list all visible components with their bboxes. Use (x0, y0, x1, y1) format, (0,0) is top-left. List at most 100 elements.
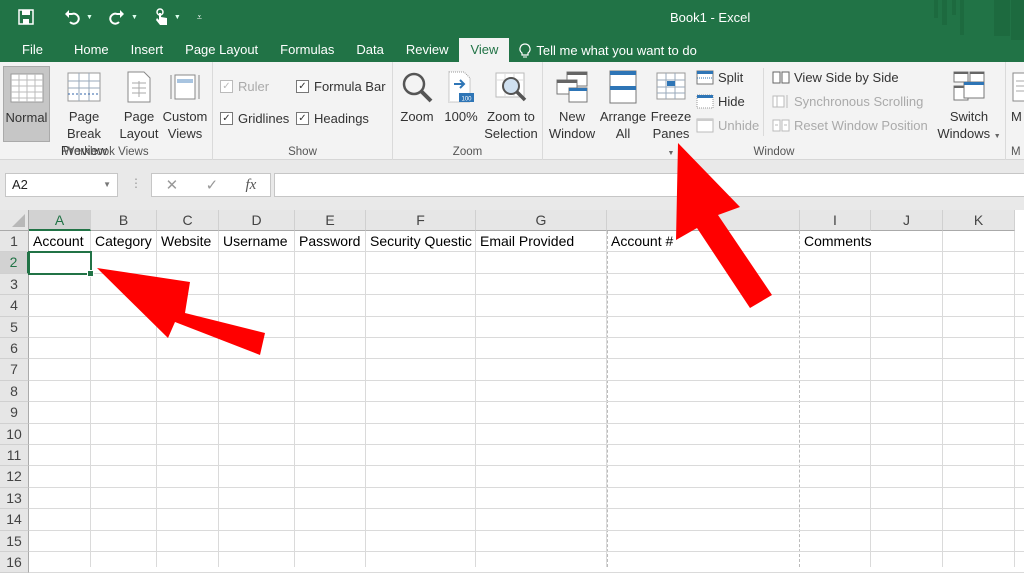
arrange-all-button[interactable]: Arrange All (599, 66, 647, 142)
row-gridline (29, 251, 1024, 253)
customize-qat-icon[interactable]: ⩡ (197, 6, 202, 28)
row-header-15[interactable]: 15 (0, 530, 29, 552)
name-box-dropdown-icon[interactable]: ▼ (103, 174, 111, 196)
zoom-to-selection-button[interactable]: Zoom to Selection (482, 66, 540, 142)
column-header-a[interactable]: A (29, 210, 91, 231)
group-show: ✓ Ruler ✓ Formula Bar ✓ Gridlines ✓ Headings… (213, 62, 393, 160)
view-side-by-side-button[interactable]: View Side by Side (772, 70, 899, 85)
cell-c1[interactable]: Website (158, 231, 218, 252)
cell-f1[interactable]: Security Questic (367, 231, 475, 252)
tab-review[interactable]: Review (395, 38, 460, 62)
row-header-7[interactable]: 7 (0, 359, 29, 381)
selected-cell-a2[interactable] (28, 251, 94, 278)
name-box[interactable]: A2 ▼ (5, 173, 118, 197)
formula-input[interactable] (274, 173, 1024, 197)
synchronous-scrolling-button[interactable]: Synchronous Scrolling (772, 94, 923, 109)
redo-icon[interactable] (109, 6, 125, 28)
new-window-button[interactable]: New Window (545, 66, 599, 142)
column-header-b[interactable]: B (91, 210, 157, 231)
row-header-1[interactable]: 1 (0, 231, 29, 253)
row-header-11[interactable]: 11 (0, 445, 29, 467)
zoom-button[interactable]: Zoom (397, 66, 437, 125)
formula-buttons: ✕ ✓ fx (151, 173, 271, 197)
cell-h1[interactable]: Account # (608, 231, 799, 252)
touch-mode-icon[interactable] (154, 6, 168, 28)
macros-button[interactable]: M (1011, 66, 1024, 125)
row-header-9[interactable]: 9 (0, 402, 29, 424)
ruler-checkbox[interactable]: ✓ Ruler (220, 79, 269, 94)
row-header-12[interactable]: 12 (0, 466, 29, 488)
headings-checkbox[interactable]: ✓ Headings (296, 111, 369, 126)
row-header-6[interactable]: 6 (0, 338, 29, 360)
column-header-h[interactable]: H (607, 210, 800, 231)
custom-views-button[interactable]: Custom Views (161, 66, 209, 142)
gridlines-checkbox[interactable]: ✓ Gridlines (220, 111, 289, 126)
cell-g1[interactable]: Email Provided (477, 231, 606, 252)
macros-group-label: M (1011, 146, 1021, 158)
reset-window-position-button[interactable]: Reset Window Position (772, 118, 928, 133)
undo-dropdown-icon[interactable]: ▼ (86, 14, 93, 21)
column-header-k[interactable]: K (943, 210, 1015, 231)
formula-bar-checkbox[interactable]: ✓ Formula Bar (296, 79, 386, 94)
row-header-3[interactable]: 3 (0, 273, 29, 296)
column-header-e[interactable]: E (295, 210, 366, 231)
view-side-by-side-icon (772, 71, 790, 84)
spreadsheet-grid[interactable]: A B C D E F G H I J K 1 2 3 4 5 6 7 8 9 10 11 12 13 14 15 16 Accoun… (0, 210, 1024, 573)
split-button[interactable]: Split (696, 70, 743, 85)
switch-windows-icon (936, 66, 1002, 108)
row-gridline (29, 486, 1024, 488)
tab-file[interactable]: File (0, 38, 63, 62)
tab-insert[interactable]: Insert (120, 38, 175, 62)
page-layout-view-button[interactable]: Page Layout (119, 66, 159, 142)
select-all-button[interactable] (0, 210, 29, 231)
column-header-d[interactable]: D (219, 210, 295, 231)
page-break-line (607, 231, 608, 567)
tab-page-layout[interactable]: Page Layout (174, 38, 269, 62)
formula-bar-grip-icon[interactable]: ⋮ (130, 176, 142, 190)
new-window-label-1: New (558, 109, 585, 124)
reset-window-position-label: Reset Window Position (794, 118, 928, 133)
cell-i1[interactable]: Comments (801, 231, 942, 252)
row-header-10[interactable]: 10 (0, 423, 29, 445)
tab-formulas[interactable]: Formulas (269, 38, 345, 62)
column-header-c[interactable]: C (157, 210, 219, 231)
hide-button[interactable]: Hide (696, 94, 745, 109)
column-header-f[interactable]: F (366, 210, 476, 231)
row-header-13[interactable]: 13 (0, 487, 29, 510)
cancel-icon[interactable]: ✕ (166, 176, 179, 194)
insert-function-icon[interactable]: fx (245, 177, 256, 194)
cell-d1[interactable]: Username (220, 231, 294, 252)
undo-icon[interactable] (64, 6, 80, 28)
save-icon[interactable] (18, 6, 34, 28)
row-gridline (29, 529, 1024, 531)
page-break-preview-icon (51, 66, 117, 108)
tab-data[interactable]: Data (345, 38, 394, 62)
tell-me-box[interactable]: Tell me what you want to do (519, 43, 697, 58)
headings-check-icon: ✓ (296, 112, 309, 125)
cell-b1[interactable]: Category (92, 231, 156, 252)
row-header-16[interactable]: 16 (0, 552, 29, 573)
tab-home[interactable]: Home (63, 38, 120, 62)
column-header-i[interactable]: I (800, 210, 871, 231)
column-gridline (475, 231, 476, 567)
column-header-g[interactable]: G (476, 210, 607, 231)
unhide-button[interactable]: Unhide (696, 118, 759, 133)
switch-windows-button[interactable]: Switch Windows ▼ (936, 66, 1002, 145)
row-header-8[interactable]: 8 (0, 380, 29, 403)
normal-view-button[interactable]: Normal (3, 66, 50, 142)
tab-view[interactable]: View (459, 38, 510, 62)
redo-dropdown-icon[interactable]: ▼ (131, 14, 138, 21)
freeze-panes-icon (649, 66, 693, 108)
row-header-2[interactable]: 2 (0, 252, 29, 274)
column-header-j[interactable]: J (871, 210, 943, 231)
enter-icon[interactable]: ✓ (206, 176, 219, 194)
cell-a1[interactable]: Account (30, 231, 90, 252)
row-header-14[interactable]: 14 (0, 509, 29, 531)
row-header-4[interactable]: 4 (0, 295, 29, 317)
hide-icon (696, 94, 714, 109)
row-header-5[interactable]: 5 (0, 316, 29, 338)
zoom-100-button[interactable]: 100 100% (441, 66, 481, 125)
touch-dropdown-icon[interactable]: ▼ (174, 14, 181, 21)
hide-label: Hide (718, 94, 745, 109)
cell-e1[interactable]: Password (296, 231, 365, 252)
